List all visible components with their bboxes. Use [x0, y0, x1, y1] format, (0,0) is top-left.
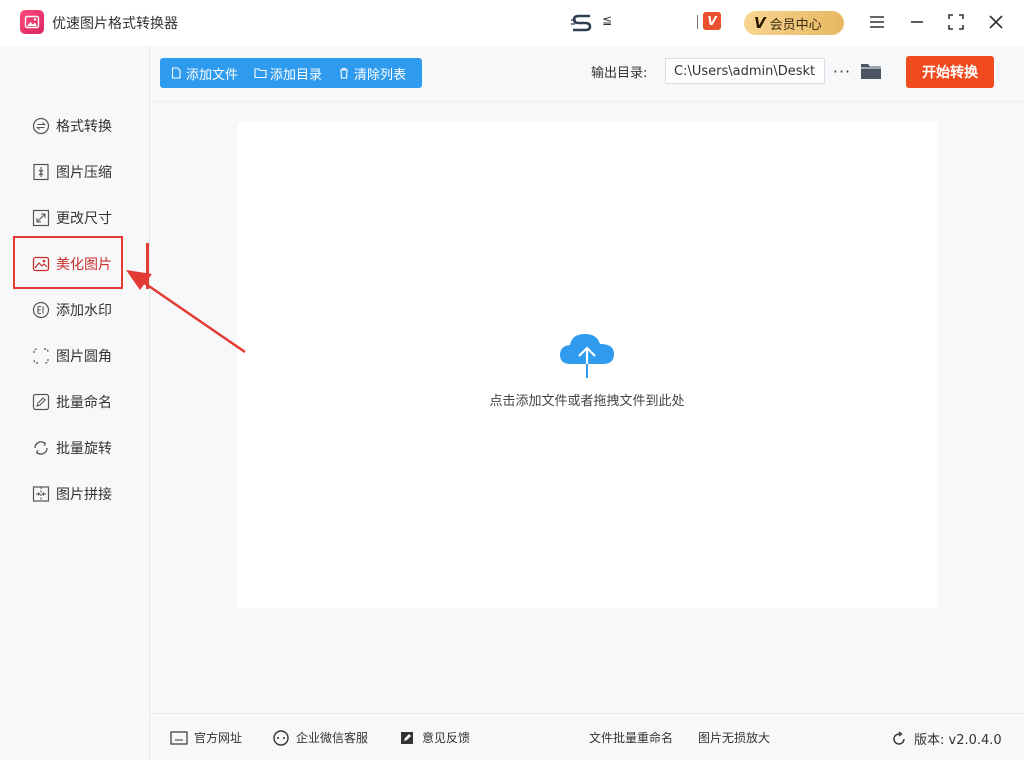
clear-list-button[interactable]: 清除列表	[338, 64, 406, 83]
official-website-link[interactable]: 官方网址	[170, 729, 242, 746]
upload-cloud-icon	[557, 328, 617, 380]
annotation-arrow-icon	[126, 270, 246, 354]
trash-icon	[338, 67, 350, 79]
add-file-button[interactable]: 添加文件	[170, 64, 238, 83]
sidebar-item-label: 添加水印	[56, 303, 112, 319]
file-drop-zone[interactable]: 点击添加文件或者拖拽文件到此处	[237, 122, 937, 608]
batch-rename-link[interactable]: 文件批量重命名	[589, 729, 673, 746]
wechat-label: 企业微信客服	[296, 731, 369, 745]
file-icon	[170, 67, 182, 79]
rounded-corner-icon	[32, 347, 50, 365]
sidebar-item-label: 批量旋转	[56, 441, 112, 457]
sidebar-item-label: 批量命名	[56, 395, 112, 411]
sidebar-item-compress[interactable]: 图片压缩	[32, 161, 112, 183]
website-label: 官方网址	[194, 731, 243, 745]
feedback-label: 意见反馈	[422, 731, 471, 745]
brand-s-icon[interactable]	[570, 13, 594, 33]
watermark-icon	[32, 301, 50, 319]
divider	[697, 15, 698, 29]
title-bar: 优速图片格式转换器 ≦ V V 会员中心	[0, 0, 1024, 46]
add-file-label: 添加文件	[186, 67, 239, 83]
rename-icon	[32, 393, 50, 411]
output-dir-label: 输出目录:	[591, 66, 648, 81]
feedback-icon	[398, 730, 416, 746]
version-info[interactable]: 版本: v2.0.4.0	[890, 729, 1002, 748]
sidebar-item-label: 格式转换	[56, 119, 112, 135]
maximize-icon[interactable]	[944, 11, 968, 33]
rotate-icon	[32, 439, 50, 457]
main-area: 点击添加文件或者拖拽文件到此处	[150, 102, 1024, 713]
footer-bar: 官方网址 企业微信客服 意见反馈 文件批量重命名 图片无损放大 版本: v2.0…	[150, 713, 1024, 760]
vip-center-label: 会员中心	[769, 17, 822, 33]
sidebar-item-rounded-corner[interactable]: 图片圆角	[32, 345, 112, 367]
open-folder-icon[interactable]	[860, 61, 882, 81]
vip-center-button[interactable]: V 会员中心	[744, 11, 844, 35]
toolbar: 添加文件 添加目录 清除列表 输出目录: ··· 开始转换	[150, 46, 1024, 102]
sidebar-item-batch-rename[interactable]: 批量命名	[32, 391, 112, 413]
resize-icon	[32, 209, 50, 227]
wechat-service-link[interactable]: 企业微信客服	[272, 729, 368, 746]
convert-icon	[32, 117, 50, 135]
highlight-box	[13, 236, 123, 289]
add-folder-label: 添加目录	[270, 67, 323, 83]
sidebar: 格式转换 图片压缩 更改尺寸 美化图片 添加水印 图片圆角 批量命名 批量旋转 …	[0, 46, 150, 760]
output-dir-field[interactable]	[665, 58, 825, 84]
sidebar-item-watermark[interactable]: 添加水印	[32, 299, 112, 321]
browse-more-button[interactable]: ···	[832, 58, 852, 84]
start-convert-button[interactable]: 开始转换	[906, 56, 994, 88]
version-label: 版本: v2.0.4.0	[914, 733, 1002, 748]
lossless-enlarge-link[interactable]: 图片无损放大	[698, 729, 770, 746]
app-title: 优速图片格式转换器	[52, 16, 178, 32]
sidebar-item-batch-rotate[interactable]: 批量旋转	[32, 437, 112, 459]
folder-outline-icon	[254, 67, 267, 79]
sidebar-item-label: 图片压缩	[56, 165, 112, 181]
vip-icon: V	[754, 14, 766, 32]
minimize-icon[interactable]	[905, 11, 929, 33]
v-logo-icon[interactable]: V	[703, 12, 721, 30]
menu-icon[interactable]	[865, 11, 889, 33]
app-logo-icon	[20, 10, 44, 34]
add-folder-button[interactable]: 添加目录	[254, 64, 322, 83]
enlarge-link-label: 图片无损放大	[698, 731, 771, 745]
chat-icon	[272, 729, 290, 746]
website-icon	[170, 730, 188, 746]
toolbar-glyph[interactable]: ≦	[602, 13, 612, 27]
sidebar-item-label: 图片拼接	[56, 487, 112, 503]
close-icon[interactable]	[984, 11, 1008, 33]
rename-link-label: 文件批量重命名	[589, 731, 674, 745]
sidebar-item-stitch[interactable]: 图片拼接	[32, 483, 112, 505]
sidebar-item-label: 图片圆角	[56, 349, 112, 365]
stitch-icon	[32, 485, 50, 503]
sidebar-item-format-convert[interactable]: 格式转换	[32, 115, 112, 137]
clear-list-label: 清除列表	[354, 67, 407, 83]
sidebar-item-label: 更改尺寸	[56, 211, 112, 227]
refresh-icon	[890, 730, 908, 747]
compress-icon	[32, 163, 50, 181]
feedback-link[interactable]: 意见反馈	[398, 729, 470, 746]
drop-hint: 点击添加文件或者拖拽文件到此处	[489, 394, 685, 409]
file-button-group: 添加文件 添加目录 清除列表	[160, 58, 422, 88]
sidebar-item-resize[interactable]: 更改尺寸	[32, 207, 112, 229]
